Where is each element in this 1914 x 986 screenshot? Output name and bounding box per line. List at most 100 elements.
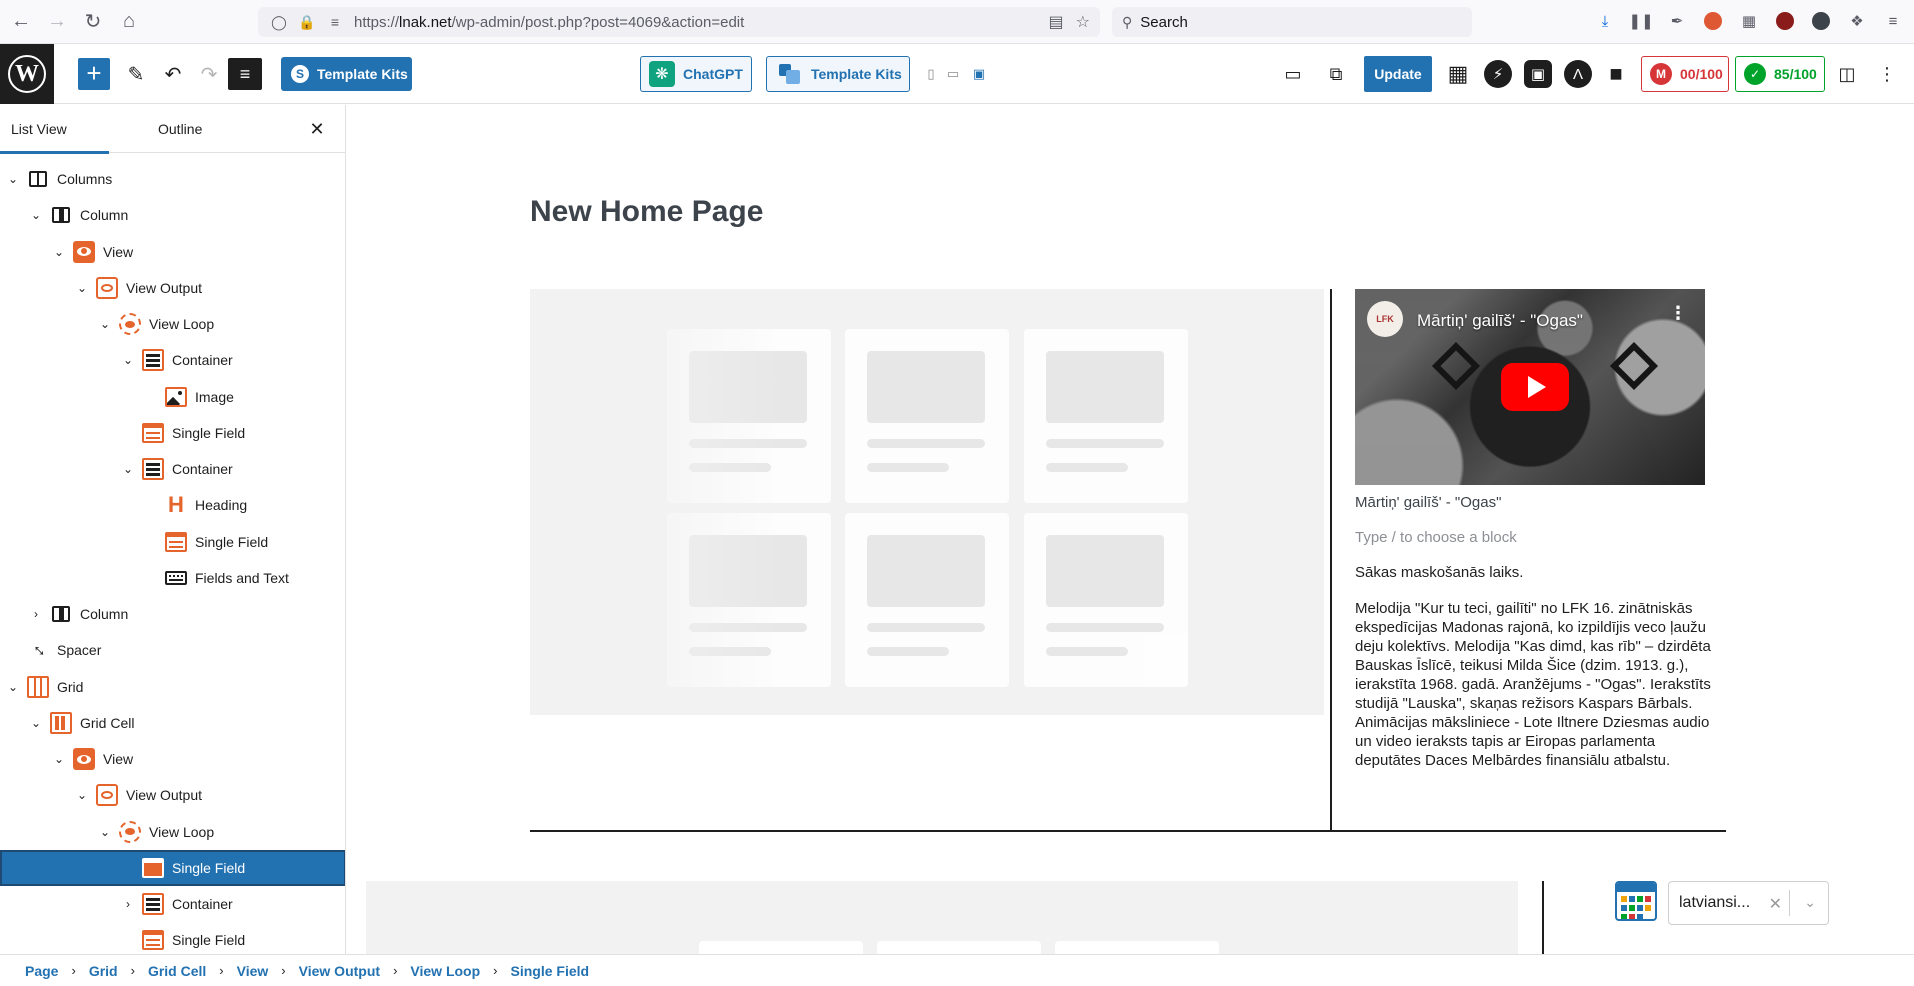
language-select[interactable]: latviansi... ✕ ⌄: [1668, 881, 1829, 925]
channel-avatar[interactable]: LFK: [1367, 301, 1403, 337]
breadcrumb-item[interactable]: Grid: [89, 963, 118, 979]
redo-icon[interactable]: ↷: [193, 58, 225, 90]
chevron-down-icon[interactable]: ⌄: [28, 715, 44, 731]
chevron-right-icon[interactable]: ›: [28, 606, 44, 622]
options-menu-icon[interactable]: ⋮: [1871, 58, 1903, 90]
stackable-plugin-icon[interactable]: ▣: [1524, 60, 1552, 88]
duckduckgo-icon[interactable]: [1700, 8, 1726, 34]
desktop-preview-icon[interactable]: ▣: [969, 64, 989, 84]
tree-item-columns[interactable]: ⌄ Columns: [0, 161, 345, 197]
ruler-extension-icon[interactable]: ▦: [1736, 8, 1762, 34]
video-title[interactable]: Mārtiņ' gailīš' - "Ogas": [1417, 311, 1583, 331]
reload-icon[interactable]: ↻: [78, 7, 108, 37]
view-post-external-icon[interactable]: ⧉: [1320, 58, 1352, 90]
address-bar[interactable]: ◯ 🔒 ≡ https://lnak.net/wp-admin/post.php…: [258, 7, 1100, 37]
tree-item-single-field[interactable]: Single Field: [0, 524, 345, 560]
chatgpt-button[interactable]: ❋ ChatGPT: [640, 56, 752, 92]
tree-item-grid[interactable]: ⌄ Grid: [0, 669, 345, 705]
tree-item-view-output[interactable]: ⌄ View Output: [0, 777, 345, 813]
tree-item-column[interactable]: ⌄ Column: [0, 197, 345, 233]
extension-avatar-icon[interactable]: [1772, 8, 1798, 34]
bolt-plugin-icon[interactable]: ⚡: [1484, 60, 1512, 88]
wordpress-extension-icon[interactable]: [1808, 8, 1834, 34]
pencil-tools-icon[interactable]: ✎: [120, 58, 152, 90]
url-text[interactable]: https://lnak.net/wp-admin/post.php?post=…: [354, 14, 744, 31]
paragraph-block[interactable]: Melodija "Kur tu teci, gailīti" no LFK 1…: [1355, 599, 1725, 770]
reader-view-icon[interactable]: ▤: [1049, 12, 1064, 32]
chevron-down-icon[interactable]: ⌄: [74, 280, 90, 296]
tree-item-view[interactable]: ⌄ View: [0, 741, 345, 777]
tree-item-single-field[interactable]: Single Field: [0, 922, 345, 954]
settings-sidebar-icon[interactable]: ◫: [1831, 58, 1863, 90]
chevron-down-icon[interactable]: ⌄: [97, 316, 113, 332]
chevron-down-icon[interactable]: ⌄: [5, 679, 21, 695]
tree-item-image[interactable]: Image: [0, 379, 345, 415]
lock-icon[interactable]: 🔒: [298, 13, 316, 31]
add-block-button[interactable]: +: [78, 58, 110, 90]
tab-outline[interactable]: Outline: [158, 105, 202, 153]
tree-item-column[interactable]: › Column: [0, 596, 345, 632]
tree-item-container[interactable]: ⌄ Container: [0, 342, 345, 378]
tab-list-view[interactable]: List View: [0, 105, 109, 154]
block-appender[interactable]: Type / to choose a block: [1355, 529, 1517, 546]
preview-device-icon[interactable]: ▭: [1277, 58, 1309, 90]
tree-item-single-field[interactable]: Single Field: [0, 849, 345, 886]
chevron-down-icon[interactable]: ⌄: [51, 751, 67, 767]
tree-item-fields-and-text[interactable]: Fields and Text: [0, 560, 345, 596]
chevron-down-icon[interactable]: ⌄: [97, 824, 113, 840]
tree-item-view-loop[interactable]: ⌄ View Loop: [0, 814, 345, 850]
bookmark-star-icon[interactable]: ☆: [1076, 12, 1090, 32]
chevron-down-icon[interactable]: ⌄: [1804, 894, 1816, 911]
permissions-icon[interactable]: ≡: [326, 13, 344, 31]
chevron-down-icon[interactable]: ⌄: [74, 787, 90, 803]
chevron-down-icon[interactable]: ⌄: [120, 461, 136, 477]
browser-search-input[interactable]: ⚲ Search: [1112, 7, 1472, 37]
library-icon[interactable]: ❚❚: [1628, 8, 1654, 34]
tree-item-grid-cell[interactable]: ⌄ Grid Cell: [0, 705, 345, 741]
breadcrumb-item[interactable]: View Output: [299, 963, 380, 979]
astra-plugin-icon[interactable]: Λ: [1564, 60, 1592, 88]
video-caption[interactable]: Mārtiņ' gailīš' - "Ogas": [1355, 494, 1501, 511]
eyedropper-icon[interactable]: ✒: [1664, 8, 1690, 34]
breadcrumb-item[interactable]: View: [237, 963, 269, 979]
tree-item-single-field[interactable]: Single Field: [0, 415, 345, 451]
tree-item-view-output[interactable]: ⌄ View Output: [0, 270, 345, 306]
template-kits-library-button[interactable]: Template Kits: [766, 56, 910, 92]
post-title[interactable]: New Home Page: [530, 195, 763, 229]
update-button[interactable]: Update: [1364, 56, 1432, 92]
tablet-preview-icon[interactable]: ▭: [945, 64, 961, 84]
back-icon[interactable]: ←: [6, 7, 36, 37]
clear-selection-icon[interactable]: ✕: [1769, 894, 1782, 914]
undo-icon[interactable]: ↶: [157, 58, 189, 90]
play-button-icon[interactable]: [1501, 363, 1569, 411]
list-view-toggle-icon[interactable]: ≡: [228, 58, 262, 90]
video-menu-icon[interactable]: ⋮: [1669, 304, 1687, 322]
extensions-puzzle-icon[interactable]: ❖: [1844, 8, 1870, 34]
paragraph-block[interactable]: Sākas maskošanās laiks.: [1355, 564, 1523, 581]
chevron-down-icon[interactable]: ⌄: [5, 171, 21, 187]
toolset-plugin-icon[interactable]: ■: [1602, 60, 1630, 88]
tree-item-view-loop[interactable]: ⌄ View Loop: [0, 306, 345, 342]
calendar-icon[interactable]: [1615, 881, 1657, 921]
view-loop-placeholder[interactable]: [530, 289, 1324, 715]
chevron-down-icon[interactable]: ⌄: [51, 244, 67, 260]
readability-score-badge[interactable]: ✓ 85/100: [1735, 56, 1825, 92]
home-icon[interactable]: ⌂: [114, 7, 144, 37]
blocks-plugin-icon[interactable]: ▦: [1444, 60, 1472, 88]
wordpress-logo-icon[interactable]: W: [0, 44, 54, 104]
view-loop-placeholder[interactable]: [366, 881, 1518, 954]
tree-item-view[interactable]: ⌄ View: [0, 234, 345, 270]
downloads-icon[interactable]: ⤓: [1592, 8, 1618, 34]
mobile-preview-icon[interactable]: ▯: [923, 64, 939, 84]
chevron-right-icon[interactable]: ›: [120, 896, 136, 912]
chevron-down-icon[interactable]: ⌄: [28, 207, 44, 223]
breadcrumb-item[interactable]: Page: [25, 963, 58, 979]
shield-icon[interactable]: ◯: [270, 13, 288, 31]
tree-item-container[interactable]: › Container: [0, 886, 345, 922]
seo-score-badge[interactable]: M 00/100: [1641, 56, 1729, 92]
youtube-embed[interactable]: LFK Mārtiņ' gailīš' - "Ogas" ⋮: [1355, 289, 1705, 485]
breadcrumb-item[interactable]: Grid Cell: [148, 963, 206, 979]
template-kits-button[interactable]: S Template Kits: [281, 57, 412, 91]
close-icon[interactable]: ✕: [305, 117, 329, 141]
breadcrumb-item[interactable]: Single Field: [511, 963, 590, 979]
